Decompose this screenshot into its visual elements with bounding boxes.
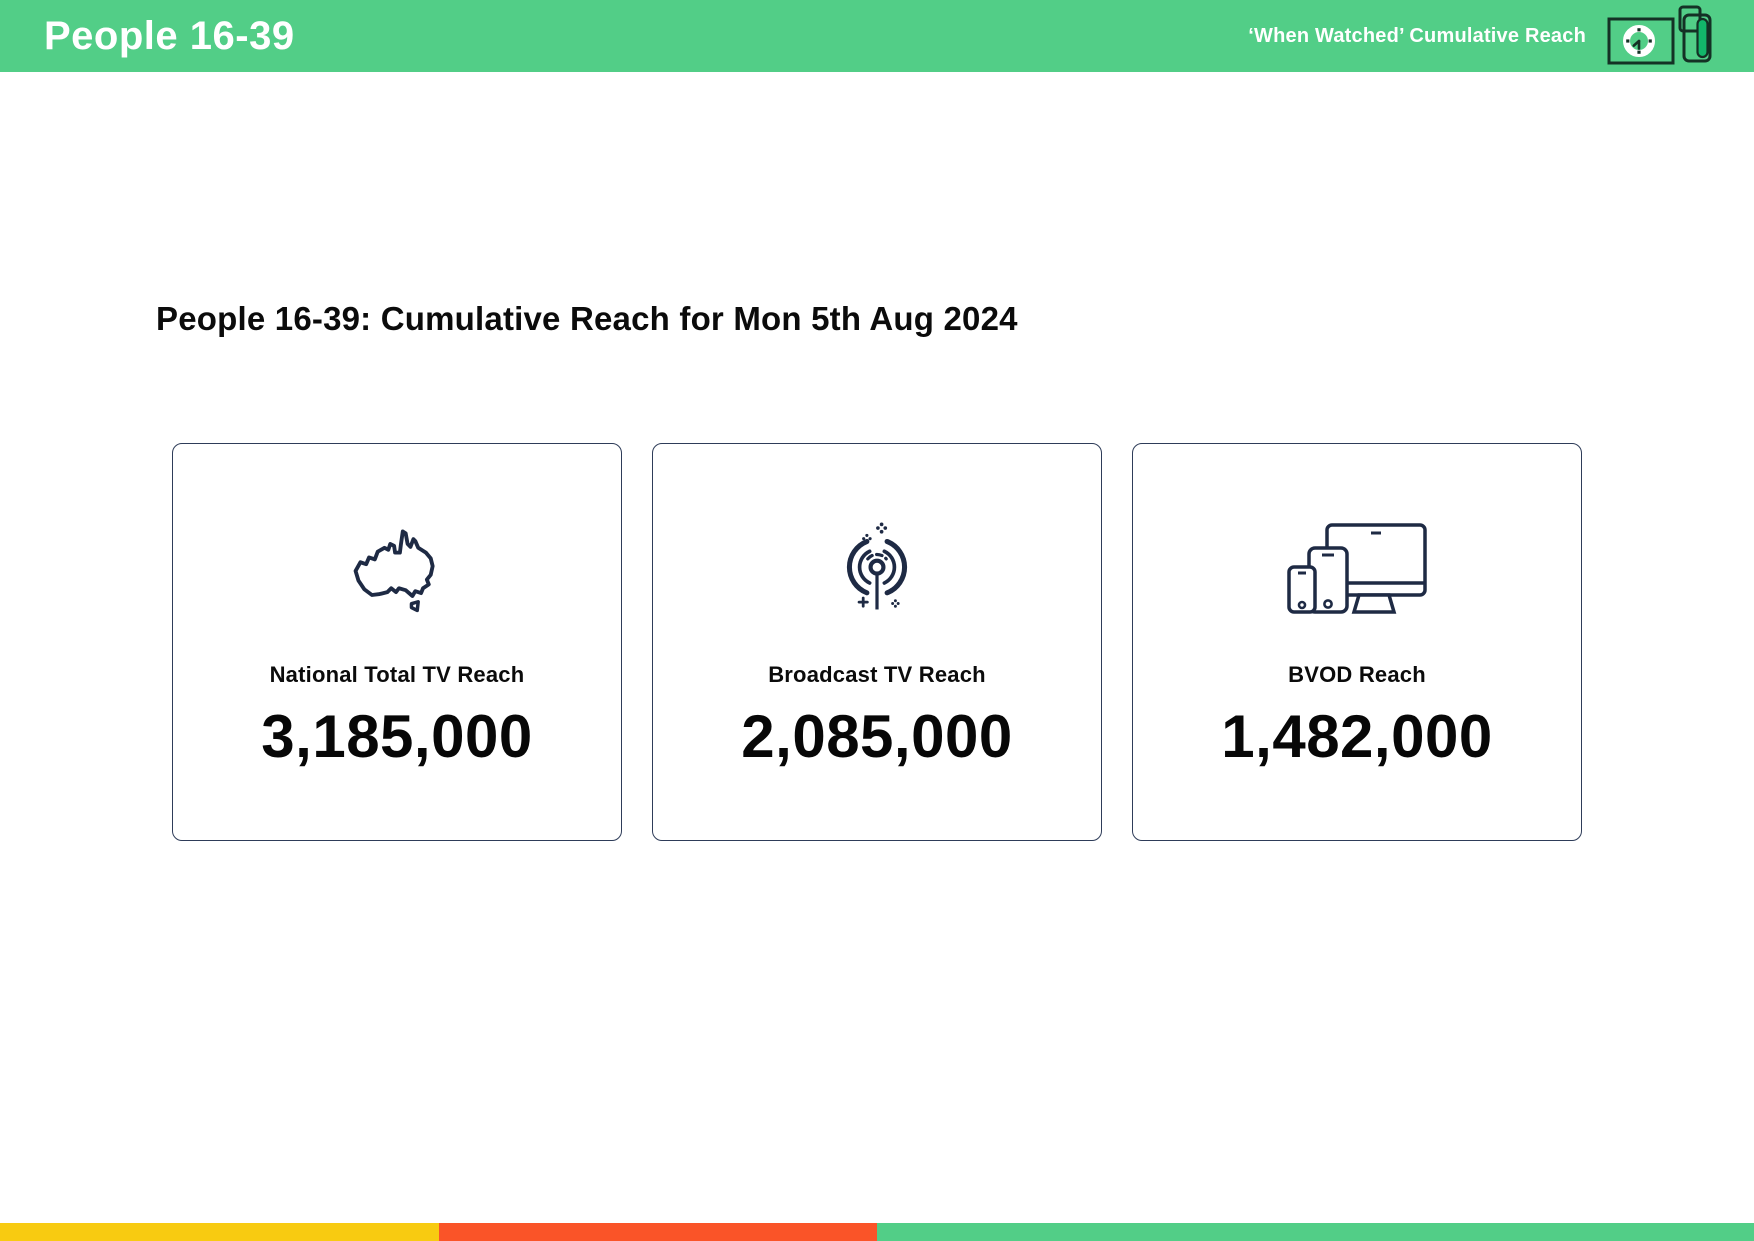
broadcast-antenna-icon: [831, 522, 923, 616]
footer-segment-yellow: [0, 1223, 439, 1241]
tv-clock-icon: [1609, 19, 1673, 63]
devices-icon: [1287, 522, 1427, 616]
card-value: 2,085,000: [741, 702, 1012, 771]
card-label: BVOD Reach: [1288, 662, 1426, 688]
phone-icon: [1680, 7, 1710, 61]
main-content: People 16-39: Cumulative Reach for Mon 5…: [0, 300, 1754, 841]
card-value: 1,482,000: [1221, 702, 1492, 771]
card-value: 3,185,000: [261, 702, 532, 771]
footer-color-bar: [0, 1223, 1754, 1241]
audience-title: People 16-39: [44, 14, 295, 59]
australia-map-icon: [344, 522, 450, 616]
card-national-total-tv-reach: National Total TV Reach 3,185,000: [172, 443, 622, 841]
dashboard-page: People 16-39 ‘When Watched’ Cumulative R…: [0, 0, 1754, 1241]
card-label: Broadcast TV Reach: [768, 662, 986, 688]
card-label: National Total TV Reach: [270, 662, 525, 688]
report-mode-label: ‘When Watched’ Cumulative Reach: [1248, 25, 1586, 48]
card-bvod-reach: BVOD Reach 1,482,000: [1132, 443, 1582, 841]
header: People 16-39 ‘When Watched’ Cumulative R…: [0, 0, 1754, 72]
header-right-group: ‘When Watched’ Cumulative Reach: [1248, 4, 1712, 68]
report-title: People 16-39: Cumulative Reach for Mon 5…: [156, 300, 1582, 338]
when-watched-logo[interactable]: [1606, 4, 1712, 68]
card-broadcast-tv-reach: Broadcast TV Reach 2,085,000: [652, 443, 1102, 841]
footer-segment-red: [439, 1223, 878, 1241]
reach-cards-row: National Total TV Reach 3,185,000: [172, 443, 1582, 841]
footer-segment-green: [877, 1223, 1754, 1241]
